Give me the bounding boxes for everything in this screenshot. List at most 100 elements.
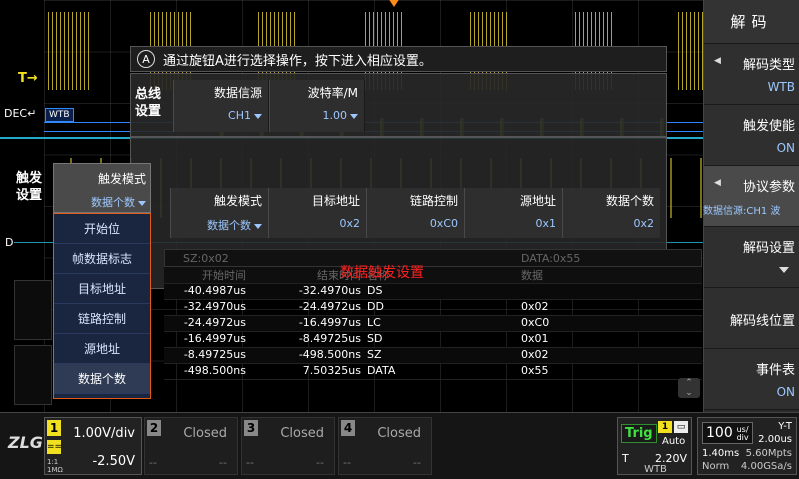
ch-dash: --: [149, 456, 157, 469]
signal-burst: [48, 12, 92, 90]
event-table-item[interactable]: 事件表 ON: [704, 349, 799, 410]
side-placeholder: [14, 280, 52, 340]
dropdown-option[interactable]: 开始位: [54, 214, 150, 244]
table-cell: -32.4970us: [298, 284, 361, 297]
ch-dash: --: [219, 456, 227, 469]
decode-settings-item[interactable]: 解码设置: [704, 227, 799, 288]
table-row[interactable]: -32.4970us -24.4972us DD 0x02: [164, 300, 702, 316]
decode-channel-label: DEC↵: [4, 107, 37, 120]
ch-dash: --: [343, 456, 351, 469]
ch2-status[interactable]: 2 Closed -- --: [144, 417, 238, 475]
menu-value: 数据信源:CH1 波: [703, 206, 781, 217]
ch1-status[interactable]: 1 == 1:1 1MΩ 1.00V/div -2.50V: [44, 417, 142, 475]
table-row[interactable]: -40.4987us -32.4970us DS: [164, 284, 702, 300]
timebase-position: 1.40ms: [702, 448, 740, 459]
source-address-cell[interactable]: 源地址 0x1: [464, 188, 562, 238]
digital-label: D: [5, 236, 14, 249]
timebase-value: 100: [706, 425, 733, 441]
table-row[interactable]: -16.4997us -8.49725us SD 0x01: [164, 332, 702, 348]
timebase-delay: 2.00us: [758, 434, 792, 445]
table-cell: -8.49725us: [183, 348, 246, 361]
cell-value: 0x2: [339, 217, 360, 230]
acquisition-mode: Norm: [702, 461, 730, 472]
target-address-cell[interactable]: 目标地址 0x2: [268, 188, 366, 238]
table-cell: 0x01: [521, 332, 549, 345]
table-cell: 0x55: [521, 364, 549, 377]
ch1-vdiv: 1.00V/div: [73, 426, 135, 441]
ch1-impedance: 1:1 1MΩ: [47, 458, 63, 474]
event-table[interactable]: SZ:0x02 DATA:0x55 开始时间 结束时间 名称 数据 -40.49…: [164, 249, 702, 394]
chevron-left-icon: ◀: [714, 178, 721, 188]
hint-bar: A 通过旋钮A进行选择操作，按下进入相应设置。: [130, 46, 667, 72]
cell-value: 数据个数: [207, 219, 251, 232]
bus-settings-title: 总线设置: [135, 87, 162, 119]
trigger-position-marker[interactable]: [388, 0, 400, 7]
decode-type-item[interactable]: ◀ 解码类型 WTB: [704, 44, 799, 105]
trigger-enable-item[interactable]: 触发使能 ON: [704, 105, 799, 166]
cell-value: 0x2: [633, 217, 654, 230]
dropdown-option[interactable]: 帧数据标志: [54, 244, 150, 274]
timebase-mode: Y-T: [778, 421, 792, 432]
table-cell: LC: [367, 316, 381, 329]
link-control-cell[interactable]: 链路控制 0xC0: [366, 188, 464, 238]
dropdown-option[interactable]: 链路控制: [54, 304, 150, 334]
table-cell: -32.4970us: [183, 300, 246, 313]
cell-label: 波特率/M: [307, 86, 358, 100]
ch-state: Closed: [183, 426, 227, 441]
menu-label: 解码设置: [742, 241, 795, 256]
menu-label: 触发使能: [742, 119, 795, 134]
timebase-unit: us/div: [736, 424, 749, 442]
chevron-down-icon: [138, 200, 146, 206]
trigger-status[interactable]: Trig 1 ▭ Auto T 2.20V WTB: [617, 417, 692, 475]
dropdown-option[interactable]: 源地址: [54, 334, 150, 364]
cell-label: 触发模式: [213, 194, 262, 208]
table-row[interactable]: -8.49725us -498.500ns SZ 0x02: [164, 348, 702, 364]
brand-logo: ZLG: [8, 433, 43, 452]
decode-line-position-item[interactable]: 解码线位置: [704, 288, 799, 349]
dc-coupling-icon: ==: [47, 440, 63, 454]
hint-text: 通过旋钮A进行选择操作，按下进入相应设置。: [163, 53, 432, 69]
cell-label: 触发模式: [97, 172, 146, 186]
ch1-number: 1: [47, 420, 61, 436]
table-cell: -8.49725us: [298, 332, 361, 345]
ch3-status[interactable]: 3 Closed -- --: [241, 417, 335, 475]
event-table-scroll[interactable]: ⌃ ⌄: [678, 378, 700, 398]
trigger-mode-dropdown[interactable]: 开始位 帧数据标志 目标地址 链路控制 源地址 数据个数: [53, 213, 151, 399]
keyboard-icon: ▭: [674, 421, 688, 433]
data-source-cell[interactable]: 数据信源 CH1: [173, 80, 269, 132]
trig-channel-chip: 1: [658, 421, 672, 433]
trigger-settings-caption: 数据触发设置: [340, 265, 424, 281]
menu-value: ON: [776, 141, 795, 155]
signal-burst: [678, 12, 703, 90]
protocol-params-item[interactable]: ◀ 协议参数 数据信源:CH1 波: [703, 166, 799, 227]
header-start: 开始时间: [202, 269, 246, 282]
data-count-cell[interactable]: 数据个数 0x2: [562, 188, 660, 238]
dropdown-option[interactable]: 目标地址: [54, 274, 150, 304]
trigger-mode-selector[interactable]: 触发模式 数据个数: [53, 163, 151, 213]
menu-label: 解码类型: [742, 58, 795, 73]
trigger-mode-cell[interactable]: 触发模式 数据个数: [170, 188, 268, 238]
baud-rate-cell[interactable]: 波特率/M 1.00: [269, 80, 365, 132]
trigger-params-row: 触发模式 数据个数 目标地址 0x2 链路控制 0xC0 源地址 0x1 数据个…: [170, 188, 660, 238]
table-cell: -498.500ns: [298, 348, 361, 361]
trigger-level-marker[interactable]: T→: [18, 71, 38, 86]
table-cell: -498.500ns: [183, 364, 246, 377]
header-data: 数据: [521, 269, 543, 282]
table-cell: 7.50325us: [302, 364, 361, 377]
dropdown-option[interactable]: 数据个数: [54, 364, 150, 394]
ch-dash: --: [316, 456, 324, 469]
chevron-down-icon: [779, 267, 789, 273]
cell-label: 目标地址: [311, 194, 360, 208]
table-cell: SD: [367, 332, 383, 345]
table-cell: -40.4987us: [183, 284, 246, 297]
timebase-status[interactable]: 100 us/div Y-T 2.00us 1.40ms 5.60Mpts No…: [697, 417, 797, 475]
ch-dash: --: [246, 456, 254, 469]
trig-state-badge: Trig: [621, 424, 657, 443]
ch4-status[interactable]: 4 Closed -- --: [338, 417, 432, 475]
cell-label: 链路控制: [409, 194, 458, 208]
table-row[interactable]: -498.500ns 7.50325us DATA 0x55: [164, 364, 702, 380]
summary-left: SZ:0x02: [183, 252, 229, 265]
event-table-header: 开始时间 结束时间 名称 数据: [164, 267, 702, 284]
event-summary: SZ:0x02 DATA:0x55: [164, 249, 702, 267]
table-row[interactable]: -24.4972us -16.4997us LC 0xC0: [164, 316, 702, 332]
